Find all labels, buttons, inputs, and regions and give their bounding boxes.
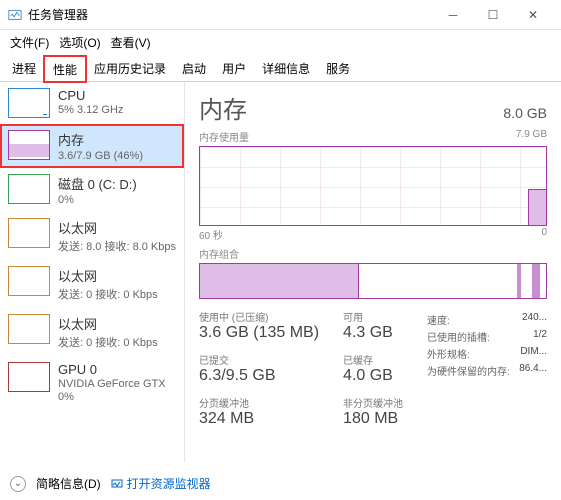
chart-max: 7.9 GB [516,129,547,144]
sidebar-sub: 0% [58,194,137,206]
stat-label: 非分页缓冲池 [343,395,403,410]
stat-label: 可用 [343,309,403,324]
sidebar-sub: 发送: 8.0 接收: 8.0 Kbps [58,238,176,254]
details-pane: 内存 8.0 GB 内存使用量 7.9 GB 60 秒 0 内存组合 使用中 (已压… [185,82,561,462]
maximize-button[interactable]: ☐ [473,1,513,29]
tab-services[interactable]: 服务 [318,56,358,82]
sidebar-item-ethernet-3[interactable]: 以太网发送: 0 接收: 0 Kbps [0,308,184,356]
spec-value: 240... [522,312,547,327]
gpu-thumbnail-icon [8,362,50,392]
sidebar-sub: 发送: 0 接收: 0 Kbps [58,286,158,302]
menu-options[interactable]: 选项(O) [55,32,104,53]
tab-details[interactable]: 详细信息 [254,56,318,82]
spec-label: 外形规格: [427,346,470,361]
sidebar-item-memory[interactable]: 内存3.6/7.9 GB (46%) [0,124,184,168]
sidebar-label: GPU 0 [58,362,166,377]
xaxis-right: 0 [541,227,547,242]
sidebar-label: CPU [58,88,123,103]
ethernet-thumbnail-icon [8,314,50,344]
chart2-title: 内存组合 [199,246,239,261]
monitor-icon [111,478,123,490]
chart-title: 内存使用量 [199,129,249,144]
menu-file[interactable]: 文件(F) [6,32,53,53]
sidebar-sub: 5% 3.12 GHz [58,104,123,116]
stat-label: 分页缓冲池 [199,395,319,410]
stat-label: 使用中 (已压缩) [199,309,319,324]
tab-startup[interactable]: 启动 [174,56,214,82]
stat-value: 6.3/9.5 GB [199,367,319,385]
memory-usage-chart [199,146,547,226]
menu-view[interactable]: 查看(V) [107,32,155,53]
sidebar-label: 以太网 [58,218,176,237]
sidebar-item-cpu[interactable]: CPU5% 3.12 GHz [0,82,184,124]
sidebar-item-gpu[interactable]: GPU 0NVIDIA GeForce GTX0% [0,356,184,409]
sidebar-item-disk[interactable]: 磁盘 0 (C: D:)0% [0,168,184,212]
spec-label: 已使用的插槽: [427,329,490,344]
sidebar-item-ethernet-2[interactable]: 以太网发送: 0 接收: 0 Kbps [0,260,184,308]
stat-label: 已提交 [199,352,319,367]
stat-value: 180 MB [343,410,403,428]
sidebar-label: 以太网 [58,314,158,333]
spec-label: 速度: [427,312,450,327]
sidebar-label: 内存 [58,130,143,149]
sidebar-sub: NVIDIA GeForce GTX [58,378,166,390]
sidebar-label: 以太网 [58,266,158,285]
disk-thumbnail-icon [8,174,50,204]
sidebar-sub: 3.6/7.9 GB (46%) [58,150,143,162]
sidebar-item-ethernet-1[interactable]: 以太网发送: 8.0 接收: 8.0 Kbps [0,212,184,260]
tab-users[interactable]: 用户 [214,56,254,82]
cpu-thumbnail-icon [8,88,50,118]
chevron-down-icon[interactable]: ⌄ [10,476,26,492]
ethernet-thumbnail-icon [8,266,50,296]
sidebar-sub: 发送: 0 接收: 0 Kbps [58,334,158,350]
minimize-button[interactable]: ─ [433,1,473,29]
open-resource-monitor-link[interactable]: 打开资源监视器 [111,475,211,492]
page-title: 内存 [199,90,247,125]
stat-value: 324 MB [199,410,319,428]
stat-value: 3.6 GB (135 MB) [199,324,319,342]
sidebar-label: 磁盘 0 (C: D:) [58,174,137,193]
window-title: 任务管理器 [28,6,433,23]
spec-label: 为硬件保留的内存: [427,363,510,378]
close-button[interactable]: ✕ [513,1,553,29]
sidebar: CPU5% 3.12 GHz 内存3.6/7.9 GB (46%) 磁盘 0 (… [0,82,185,462]
spec-value: 86.4... [519,363,547,378]
sidebar-sub: 0% [58,391,166,403]
ethernet-thumbnail-icon [8,218,50,248]
stat-label: 已缓存 [343,352,403,367]
tab-processes[interactable]: 进程 [4,56,44,82]
spec-value: 1/2 [533,329,547,344]
tab-performance[interactable]: 性能 [44,56,86,82]
link-label: 打开资源监视器 [127,475,211,492]
memory-thumbnail-icon [8,130,50,160]
tab-app-history[interactable]: 应用历史记录 [86,56,174,82]
brief-info-button[interactable]: 简略信息(D) [36,475,101,492]
stat-value: 4.3 GB [343,324,403,342]
xaxis-left: 60 秒 [199,227,223,242]
total-memory: 8.0 GB [503,105,547,121]
memory-composition-chart [199,263,547,299]
app-icon [8,8,22,22]
spec-value: DIM... [520,346,547,361]
stat-value: 4.0 GB [343,367,403,385]
